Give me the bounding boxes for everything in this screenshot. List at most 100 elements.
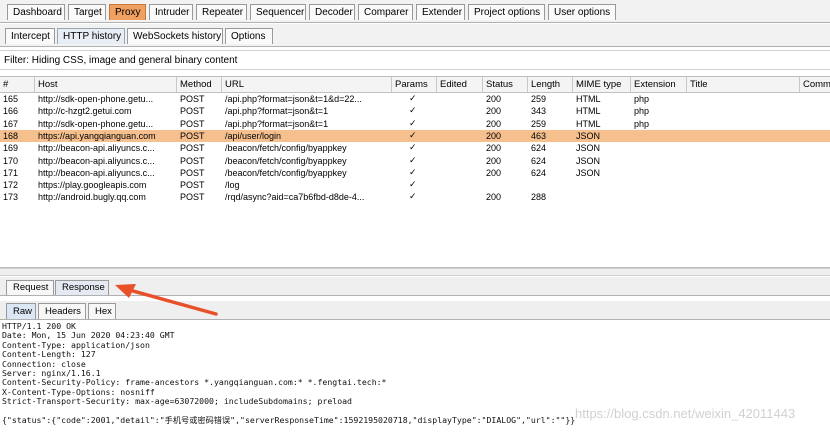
- cell-url: /beacon/fetch/config/byappkey: [225, 143, 347, 154]
- column-header-edited[interactable]: Edited: [437, 77, 483, 92]
- top-tab-comparer[interactable]: Comparer: [358, 4, 413, 20]
- cell-status: 200: [486, 130, 502, 141]
- cell-ext: [631, 179, 687, 191]
- cell-status: 200: [486, 94, 502, 104]
- top-tab-intruder[interactable]: Intruder: [149, 4, 193, 20]
- cell-method: POST: [180, 130, 205, 141]
- top-tab-decoder[interactable]: Decoder: [309, 4, 355, 20]
- top-tab-user-options[interactable]: User options: [548, 4, 616, 20]
- column-header-comm[interactable]: Comm: [800, 77, 830, 92]
- cell-num: 165: [3, 94, 19, 104]
- table-row[interactable]: 169 http://beacon-api.aliyuncs.c... POST/b…: [0, 142, 830, 154]
- column-header-num[interactable]: #: [0, 77, 35, 92]
- cell-length: 624: [531, 143, 547, 154]
- column-header-status[interactable]: Status: [483, 77, 528, 92]
- cell-length: 259: [531, 94, 547, 104]
- cell-method: POST: [180, 118, 205, 129]
- column-header-extension[interactable]: Extension: [631, 77, 687, 92]
- cell-edited: [437, 130, 483, 142]
- cell-mime: [573, 179, 631, 191]
- cell-method: POST: [180, 106, 205, 117]
- cell-host: http://beacon-api.aliyuncs.c...: [38, 155, 155, 166]
- table-row[interactable]: 166 http://c-hzgt2.getui.com POST/api.php?…: [0, 105, 830, 117]
- table-row[interactable]: 165 http://sdk-open-phone.getu... POST/api…: [0, 93, 830, 105]
- cell-url: /api.php?format=json&t=1&d=22...: [225, 94, 362, 104]
- tab-response[interactable]: Response: [55, 280, 109, 295]
- cell-length: 624: [531, 167, 547, 178]
- cell-num: 170: [3, 155, 19, 166]
- cell-ext: php: [634, 106, 650, 117]
- cell-edited: [437, 191, 483, 203]
- cell-ext: [631, 191, 687, 203]
- cell-url: /api.php?format=json&t=1: [225, 106, 329, 117]
- pane-splitter[interactable]: [0, 268, 830, 276]
- cell-status: 200: [486, 106, 502, 117]
- cell-url: /api/user/login: [225, 130, 282, 141]
- top-tab-project-options[interactable]: Project options: [468, 4, 545, 20]
- cell-method: POST: [180, 192, 205, 203]
- cell-host: http://sdk-open-phone.getu...: [38, 118, 154, 129]
- sub-tab-options[interactable]: Options: [225, 28, 273, 44]
- column-header-length[interactable]: Length: [528, 77, 573, 92]
- cell-ext: php: [634, 94, 650, 104]
- cell-host: https://play.googleapis.com: [38, 180, 147, 191]
- table-row[interactable]: 168 https://api.yangqianguan.com POST/api/…: [0, 129, 830, 142]
- response-line: {"status":{"code":2001,"detail":"手机号或密码错…: [2, 415, 576, 425]
- table-row[interactable]: 167 http://sdk-open-phone.getu... POST/api…: [0, 118, 830, 130]
- sub-tab-http-history[interactable]: HTTP history: [57, 28, 125, 44]
- cell-num: 166: [3, 106, 19, 117]
- sub-tab-intercept[interactable]: Intercept: [5, 28, 55, 44]
- table-row[interactable]: 172 https://play.googleapis.com POST/log ✓: [0, 179, 830, 191]
- cell-mime: HTML: [576, 106, 601, 117]
- tab-request[interactable]: Request: [6, 280, 54, 295]
- top-tab-bar: Dashboard Target Proxy Intruder Repeater Sequ…: [0, 0, 830, 23]
- cell-status: [483, 179, 528, 191]
- column-header-title[interactable]: Title: [687, 77, 800, 92]
- annotation-arrow-icon: [115, 284, 218, 316]
- proxy-sub-tab-bar: Intercept HTTP history WebSockets history O…: [0, 24, 830, 47]
- cell-host: http://android.bugly.qq.com: [38, 192, 146, 203]
- top-tab-sequencer[interactable]: Sequencer: [250, 4, 306, 20]
- cell-url: /beacon/fetch/config/byappkey: [225, 155, 347, 166]
- column-header-mime-type[interactable]: MIME type: [573, 77, 631, 92]
- column-header-params[interactable]: Params: [392, 77, 437, 92]
- table-row[interactable]: 171 http://beacon-api.aliyuncs.c... POST/b…: [0, 167, 830, 179]
- cell-mime: JSON: [576, 155, 601, 166]
- cell-method: POST: [180, 155, 205, 166]
- cell-edited: [437, 167, 483, 179]
- table-header: # Host Method URL Params Edited Status Length MI…: [0, 77, 830, 93]
- top-tab-extender[interactable]: Extender: [416, 4, 465, 20]
- cell-edited: [437, 179, 483, 191]
- cell-host: http://sdk-open-phone.getu...: [38, 94, 154, 104]
- cell-num: 172: [3, 180, 19, 191]
- cell-status: 200: [486, 118, 502, 129]
- top-tab-target[interactable]: Target: [68, 4, 106, 20]
- cell-ext: php: [634, 118, 650, 129]
- cell-num: 169: [3, 143, 19, 154]
- cell-ext: [631, 142, 687, 154]
- tab-raw[interactable]: Raw: [6, 303, 36, 319]
- cell-host: https://api.yangqianguan.com: [38, 130, 156, 141]
- cell-mime: HTML: [576, 94, 601, 104]
- cell-num: 167: [3, 118, 19, 129]
- top-tab-repeater[interactable]: Repeater: [196, 4, 247, 20]
- tab-headers[interactable]: Headers: [38, 303, 86, 319]
- cell-url: /beacon/fetch/config/byappkey: [225, 167, 347, 178]
- cell-status: 200: [486, 192, 502, 203]
- column-header-url[interactable]: URL: [222, 77, 392, 92]
- cell-host: http://c-hzgt2.getui.com: [38, 106, 132, 117]
- cell-edited: [437, 155, 483, 167]
- column-header-host[interactable]: Host: [35, 77, 177, 92]
- cell-mime: HTML: [576, 118, 601, 129]
- cell-status: 200: [486, 155, 502, 166]
- table-row[interactable]: 170 http://beacon-api.aliyuncs.c... POST/b…: [0, 155, 830, 167]
- column-header-method[interactable]: Method: [177, 77, 222, 92]
- sub-tab-websockets-history[interactable]: WebSockets history: [127, 28, 223, 44]
- table-row[interactable]: 173 http://android.bugly.qq.com POST/rqd/a…: [0, 191, 830, 203]
- cell-url: /log: [225, 180, 240, 191]
- top-tab-dashboard[interactable]: Dashboard: [7, 4, 65, 20]
- cell-mime: [573, 191, 631, 203]
- top-tab-proxy[interactable]: Proxy: [109, 4, 146, 20]
- filter-bar[interactable]: Filter: Hiding CSS, image and general bi…: [0, 50, 830, 70]
- cell-method: POST: [180, 143, 205, 154]
